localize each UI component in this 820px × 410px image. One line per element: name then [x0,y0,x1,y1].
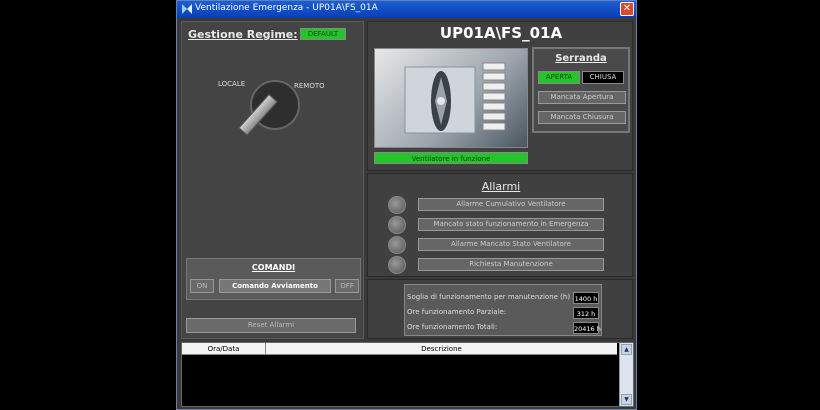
log-col-description[interactable]: Descrizione [266,343,617,355]
alarm-led-icon [388,256,406,274]
app-icon [182,4,192,14]
alarms-title: Allarmi [481,180,521,193]
fan-image [374,48,528,148]
event-log: Ora/Data Descrizione ▲ ▼ [181,342,634,407]
left-panel: Gestione Regime: DEFAULT LOCALE REMOTO C… [181,21,364,339]
counter-label: Ore funzionamento Totali: [407,323,498,331]
log-col-date[interactable]: Ora/Data [182,343,266,355]
on-button[interactable]: ON [190,279,214,293]
counters-panel: Soglia di funzionamento per manutenzione… [367,279,633,339]
off-button[interactable]: OFF [335,279,359,293]
counter-row: Ore funzionamento Parziale: 312 h [405,307,603,320]
fan-status-panel: UP01A\FS_01A Ventilatore in funzione Ser… [367,21,633,171]
fan-illustration [404,62,506,134]
counters-box: Soglia di funzionamento per manutenzione… [404,284,602,336]
regime-badge: DEFAULT [300,28,346,40]
scroll-up-icon[interactable]: ▲ [621,344,632,355]
alarms-panel: Allarmi Allarme Cumulativo Ventilatore M… [367,173,633,277]
alarm-label: Allarme Mancato Stato Ventilatore [418,238,604,251]
fail-close-indicator: Mancata Chiusura [538,111,626,124]
commands-title: COMANDI [251,263,296,272]
window-title: Ventilazione Emergenza - UP01A\FS_01A [195,3,378,13]
alarm-label: Richiesta Manutenzione [418,258,604,271]
fan-running-indicator: Ventilatore in funzione [374,152,528,164]
counter-label: Ore funzionamento Parziale: [407,308,507,316]
log-header: Ora/Data Descrizione [182,343,617,355]
fail-open-indicator: Mancata Apertura [538,91,626,104]
counter-row: Ore funzionamento Totali: 20416 h [405,322,603,335]
counter-value: 1400 h [573,292,599,304]
damper-title: Serranda [555,53,607,64]
damper-closed-indicator: CHIUSA [582,71,624,84]
log-scrollbar[interactable]: ▲ ▼ [619,343,633,406]
counter-value: 312 h [573,307,599,319]
alarm-label: Allarme Cumulativo Ventilatore [418,198,604,211]
regime-label: Gestione Regime: [188,28,298,41]
reset-alarms-button[interactable]: Reset Allarmi [186,318,356,333]
alarm-label: Mancato stato funzionamento in Emergenza [418,218,604,231]
counter-value: 20416 h [573,322,601,334]
alarm-led-icon [388,216,406,234]
counter-label: Soglia di funzionamento per manutenzione… [407,293,571,301]
counter-row: Soglia di funzionamento per manutenzione… [405,292,603,305]
scroll-down-icon[interactable]: ▼ [621,394,632,405]
start-command-button[interactable]: Comando Avviamento [219,279,331,293]
alarm-led-icon [388,236,406,254]
alarm-led-icon [388,196,406,214]
commands-box: COMANDI ON Comando Avviamento OFF [186,258,361,300]
switch-remote-label: REMOTO [294,82,325,90]
damper-open-indicator: APERTA [538,71,580,84]
switch-local-label: LOCALE [218,80,246,88]
page-title: UP01A\FS_01A [439,24,563,42]
main-window: Ventilazione Emergenza - UP01A\FS_01A ✕ … [176,0,637,410]
title-bar: Ventilazione Emergenza - UP01A\FS_01A ✕ [177,1,636,18]
damper-box: Serranda APERTA CHIUSA Mancata Apertura … [532,47,630,133]
close-button[interactable]: ✕ [620,2,634,16]
